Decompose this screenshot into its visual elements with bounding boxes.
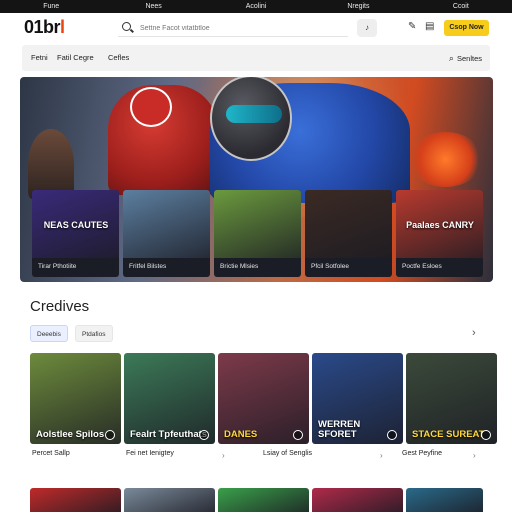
mic-button[interactable]: ♪	[357, 19, 377, 37]
helmet	[130, 87, 172, 127]
subnav-item[interactable]: Fatil Cegre	[57, 53, 94, 62]
mic-icon: ♪	[365, 23, 369, 32]
hero-card[interactable]: Fritfel Bilstes	[123, 190, 210, 277]
more-icon[interactable]: ›	[473, 451, 476, 460]
more-icon[interactable]: ›	[380, 451, 383, 460]
hero-card-title: NEAS CAUTES	[43, 220, 109, 230]
subnav-search-link[interactable]: Senltes	[449, 53, 482, 64]
hero-card-caption: Brictie Mlsies	[220, 263, 259, 270]
hero-card-title: Paalaes CANRY	[406, 220, 474, 230]
game-card[interactable]: Fealrt Tpfeuthats	[124, 353, 215, 444]
subnav-item[interactable]: Cefles	[108, 53, 129, 62]
hero-card-thumbnail	[123, 190, 210, 258]
game-card-partial[interactable]	[406, 488, 483, 512]
subnav-item[interactable]: Fetni	[31, 53, 48, 62]
hero-card[interactable]: Pfcil Sotfolee	[305, 190, 392, 277]
game-card-partial[interactable]	[124, 488, 215, 512]
search-icon[interactable]	[122, 22, 131, 31]
game-label[interactable]: Fei net Ienigtey	[126, 450, 174, 457]
game-label[interactable]: Percet Sallp	[32, 450, 70, 457]
chat-icon[interactable]: ✎	[408, 21, 416, 32]
game-card[interactable]: DANES	[218, 353, 309, 444]
hero-fire	[408, 132, 483, 187]
logo-text: 01br	[24, 17, 61, 37]
hero-card-caption: Tirar Pthotiite	[38, 263, 77, 270]
header: 01brl ♪ ✎ ▤ Csop Now	[0, 13, 512, 45]
hero-card[interactable]: NEAS CAUTES Tirar Pthotiite	[32, 190, 119, 277]
hero-card-caption: Pfcil Sotfolee	[311, 263, 349, 270]
game-card[interactable]: STACE SUREAT	[406, 353, 497, 444]
hero-card-thumbnail	[214, 190, 301, 258]
game-card-partial[interactable]	[30, 488, 121, 512]
game-card-title: WERREN SFORET	[318, 419, 361, 440]
hero-card-thumbnail	[305, 190, 392, 258]
visor	[226, 105, 282, 123]
helmet	[210, 77, 292, 161]
hero-banner[interactable]: NEAS CAUTES Tirar Pthotiite Fritfel Bils…	[20, 77, 493, 282]
top-nav-link[interactable]: Nees	[102, 0, 204, 13]
grid-icon[interactable]: ▤	[425, 21, 434, 32]
game-card-title: Aolstlee Spilos	[36, 429, 105, 440]
hero-player-figure	[28, 129, 74, 199]
search-input[interactable]	[140, 21, 340, 35]
top-nav-link[interactable]: Ccoit	[410, 0, 512, 13]
game-card[interactable]: Aolstlee Spilos	[30, 353, 121, 444]
hero-card[interactable]: Brictie Mlsies	[214, 190, 301, 277]
game-label[interactable]: Lsiay of Senglis	[263, 450, 312, 457]
game-card-partial[interactable]	[312, 488, 403, 512]
sub-nav: Fetni Fatil Cegre Cefles Senltes	[22, 45, 490, 71]
top-nav-link[interactable]: Fune	[0, 0, 102, 13]
play-icon	[387, 430, 397, 440]
game-label[interactable]: Gest Peyfine	[402, 450, 442, 457]
play-icon	[293, 430, 303, 440]
top-nav-bar: Fune Nees Acolini Nregits Ccoit	[0, 0, 512, 13]
top-nav-link[interactable]: Acolini	[205, 0, 307, 13]
hero-player-figure	[210, 77, 410, 203]
chevron-right-icon[interactable]: ›	[472, 327, 476, 339]
cta-button[interactable]: Csop Now	[444, 20, 489, 36]
top-nav-link[interactable]: Nregits	[307, 0, 409, 13]
hero-card-caption: Poctfe Esloes	[402, 263, 442, 270]
game-card-title: STACE SUREAT	[412, 429, 485, 440]
hero-player-figure	[108, 85, 218, 195]
logo-accent: l	[60, 17, 65, 37]
logo[interactable]: 01brl	[24, 17, 65, 38]
filter-chip[interactable]: Ptdafios	[75, 325, 113, 342]
filter-chip[interactable]: Deeebis	[30, 325, 68, 342]
game-card-title: DANES	[224, 429, 258, 440]
section-title: Credives	[30, 298, 90, 315]
play-icon	[199, 430, 209, 440]
play-icon	[105, 430, 115, 440]
game-card-partial[interactable]	[218, 488, 309, 512]
hero-card-caption: Fritfel Bilstes	[129, 263, 167, 270]
game-card[interactable]: WERREN SFORET	[312, 353, 403, 444]
more-icon[interactable]: ›	[222, 451, 225, 460]
search-bar[interactable]	[118, 19, 348, 37]
hero-card[interactable]: Paalaes CANRY Poctfe Esloes	[396, 190, 483, 277]
game-card-title: Fealrt Tpfeuthats	[130, 429, 208, 440]
play-icon	[481, 430, 491, 440]
